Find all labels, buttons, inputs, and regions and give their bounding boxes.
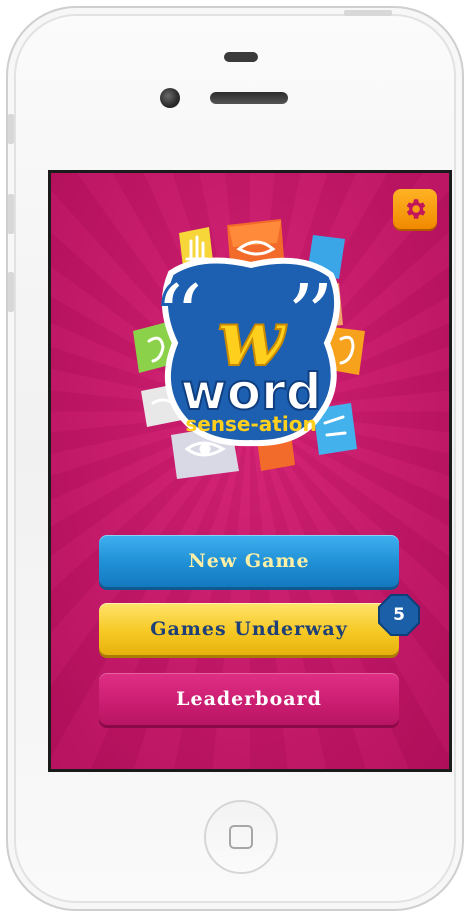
logo-quote-close: ”: [287, 264, 335, 363]
volume-up-button[interactable]: [8, 194, 14, 234]
word-sense-ation-logo: “ ” w word sense-ation: [133, 219, 365, 479]
front-camera: [160, 88, 180, 108]
earpiece-speaker: [210, 92, 288, 104]
phone-frame: “ ” w word sense-ation New Game Games Un…: [6, 6, 464, 911]
home-square-icon: [229, 825, 253, 849]
games-underway-count-badge: 5: [377, 593, 421, 637]
leaderboard-label: Leaderboard: [176, 688, 322, 710]
volume-down-button[interactable]: [8, 272, 14, 312]
app-home-screen: “ ” w word sense-ation New Game Games Un…: [51, 173, 449, 769]
screen: “ ” w word sense-ation New Game Games Un…: [48, 170, 452, 772]
mute-switch[interactable]: [8, 114, 14, 144]
leaderboard-button[interactable]: Leaderboard: [99, 673, 399, 725]
games-underway-label: Games Underway: [150, 618, 348, 640]
home-button[interactable]: [204, 800, 278, 874]
logo-quote-open: “: [157, 264, 205, 363]
games-underway-count: 5: [393, 605, 405, 625]
gear-icon: [406, 199, 426, 219]
power-button[interactable]: [344, 10, 392, 16]
games-underway-button[interactable]: Games Underway: [99, 603, 399, 655]
logo-tagline: sense-ation: [185, 412, 316, 436]
settings-button[interactable]: [393, 189, 437, 229]
new-game-label: New Game: [188, 550, 310, 572]
proximity-sensor: [224, 52, 258, 62]
new-game-button[interactable]: New Game: [99, 535, 399, 587]
